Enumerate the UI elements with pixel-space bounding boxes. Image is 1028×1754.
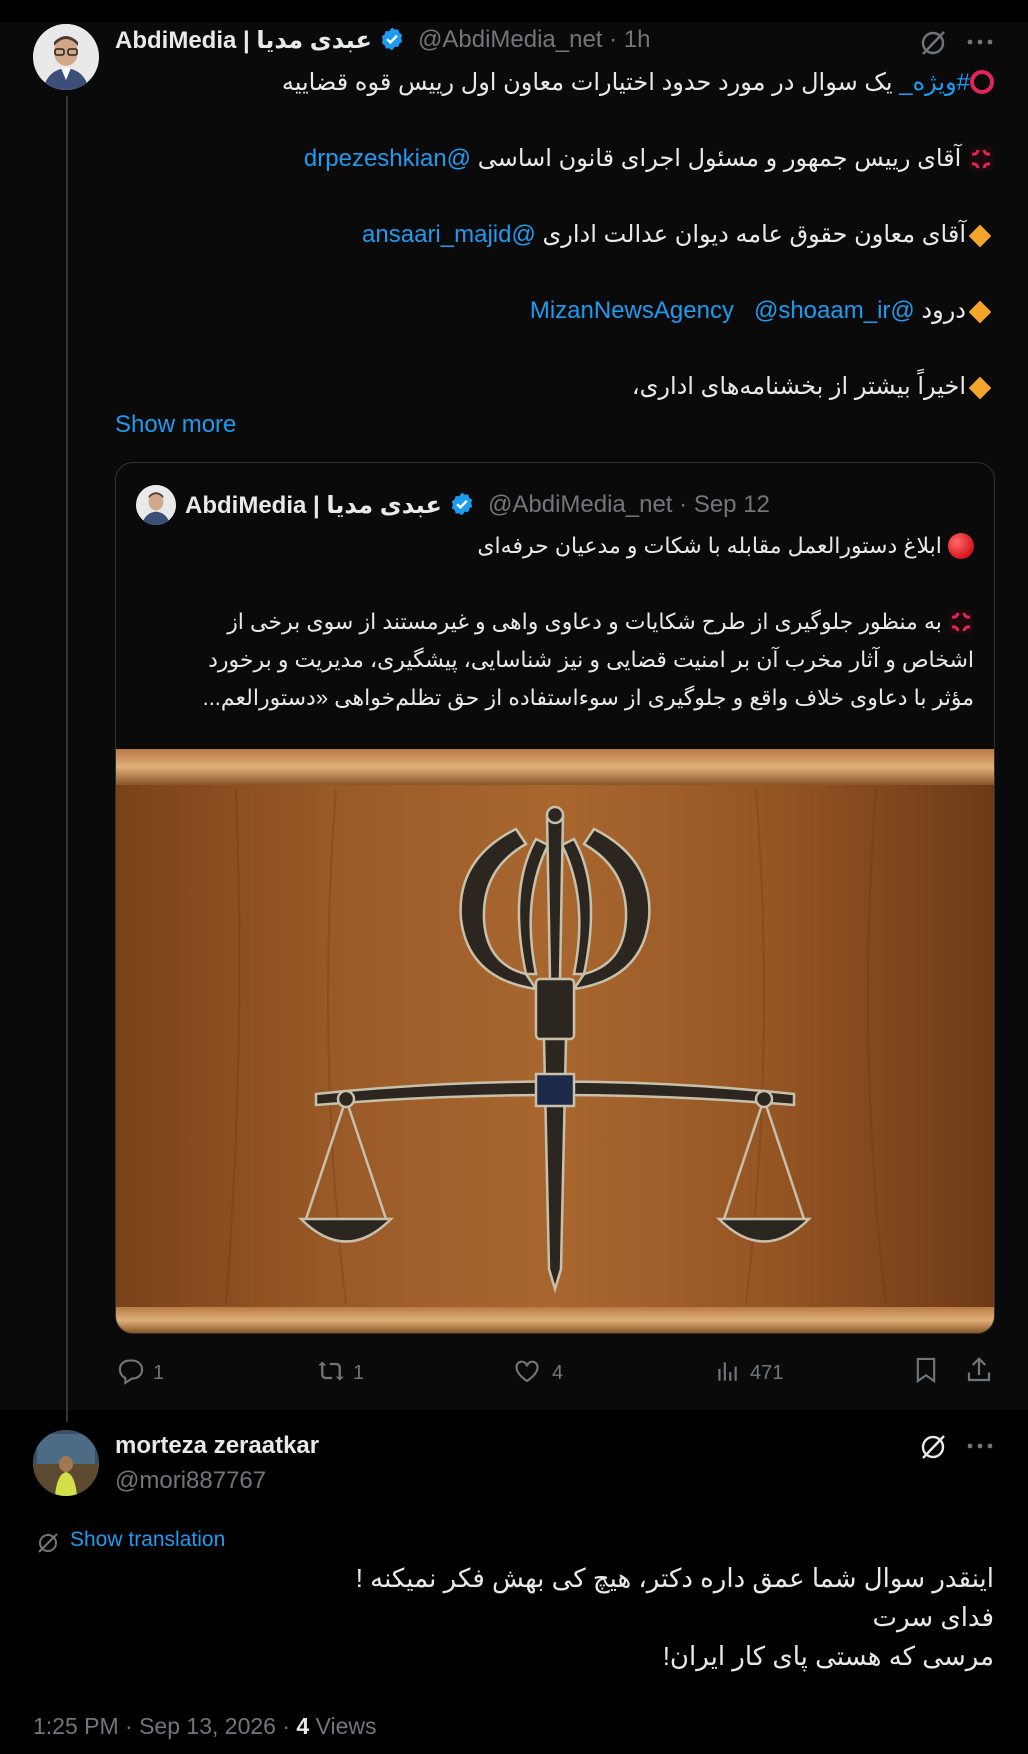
quote-author-name-text[interactable]: AbdiMedia | عبدی مدیا bbox=[185, 492, 442, 519]
views-count[interactable]: 471 bbox=[750, 1362, 783, 1385]
quote-line-2: به منظور جلوگیری از طرح شکایات و دعاوی و… bbox=[227, 609, 974, 635]
show-translation-link[interactable]: Show translation bbox=[70, 1528, 225, 1552]
quote-author-avatar[interactable] bbox=[136, 485, 176, 525]
judiciary-emblem-image[interactable] bbox=[116, 749, 994, 1333]
mention-ansaari-majid[interactable]: @ansaari_majid bbox=[362, 221, 536, 248]
like-heart-icon[interactable] bbox=[512, 1357, 542, 1385]
reply-author-name[interactable]: morteza zeraatkar bbox=[115, 1432, 319, 1460]
reply-views-count: 4 bbox=[296, 1713, 310, 1739]
post-line-1: #ویژه_ یک سوال در مورد حدود اختیارات معا… bbox=[282, 68, 994, 97]
post-line-3-text: آقای معاون حقوق عامه دیوان عدالت اداری bbox=[535, 221, 967, 248]
post-line-2: آقای رییس جمهور و مسئول اجرای قانون اساس… bbox=[304, 144, 994, 173]
reply-icon[interactable] bbox=[116, 1357, 146, 1385]
author-avatar[interactable] bbox=[33, 24, 99, 90]
anger-symbol-emoji-icon bbox=[969, 147, 993, 171]
avatar-portrait bbox=[33, 24, 99, 90]
quote-author-name[interactable]: AbdiMedia | عبدی مدیا bbox=[185, 491, 475, 520]
translate-icon[interactable] bbox=[36, 1531, 60, 1555]
views-analytics-icon[interactable] bbox=[714, 1357, 740, 1385]
quote-time[interactable]: · Sep 12 bbox=[679, 491, 770, 518]
author-handle[interactable]: @AbdiMedia_net bbox=[418, 26, 602, 53]
post-line-1-text: یک سوال در مورد حدود اختیارات معاون اول … bbox=[281, 69, 900, 96]
verified-badge-icon bbox=[451, 492, 472, 516]
author-handle-time[interactable]: @AbdiMedia_net · 1h bbox=[418, 26, 651, 54]
post-line-4-text: درود bbox=[914, 297, 966, 324]
share-icon[interactable] bbox=[964, 1355, 994, 1385]
post-time[interactable]: · 1h bbox=[609, 26, 650, 53]
orange-diamond-emoji-icon bbox=[968, 300, 992, 324]
post-line-2-text: آقای رییس جمهور و مسئول اجرای قانون اساس… bbox=[471, 145, 962, 172]
reply-text-line-3: مرسی که هستی پای کار ایران! bbox=[662, 1641, 994, 1671]
quote-handle-time[interactable]: @AbdiMedia_net · Sep 12 bbox=[488, 491, 770, 519]
quote-author-handle[interactable]: @AbdiMedia_net bbox=[488, 491, 672, 518]
reply-text-line-2: فدای سرت bbox=[872, 1602, 994, 1632]
verified-badge-icon bbox=[381, 27, 402, 51]
red-circle-emoji-icon bbox=[970, 70, 994, 94]
red-circle-emoji-icon bbox=[948, 533, 974, 559]
quote-line-1: ابلاغ دستورالعمل مقابله با شکات و مدعیان… bbox=[477, 533, 974, 559]
post-line-4: درود @MizanNewsAgency @shoaam_ir bbox=[530, 296, 994, 325]
repost-count[interactable]: 1 bbox=[353, 1362, 364, 1385]
show-more-link[interactable]: Show more bbox=[115, 411, 236, 439]
repost-icon[interactable] bbox=[314, 1357, 348, 1385]
reply-author-avatar[interactable] bbox=[33, 1430, 99, 1496]
reply-avatar-photo bbox=[33, 1430, 99, 1496]
orange-diamond-emoji-icon bbox=[968, 224, 992, 248]
quote-avatar-portrait bbox=[136, 485, 176, 525]
reply-count[interactable]: 1 bbox=[153, 1362, 164, 1385]
like-count[interactable]: 4 bbox=[552, 1362, 563, 1385]
reply-views-label: Views bbox=[309, 1713, 377, 1739]
grok-icon[interactable] bbox=[918, 1432, 948, 1462]
mention-drpezeshkian[interactable]: @drpezeshkian bbox=[304, 145, 471, 172]
post-line-3: آقای معاون حقوق عامه دیوان عدالت اداری @… bbox=[362, 220, 994, 249]
quote-line-1-text: ابلاغ دستورالعمل مقابله با شکات و مدعیان… bbox=[477, 533, 942, 558]
author-name-text[interactable]: AbdiMedia | عبدی مدیا bbox=[115, 27, 372, 54]
more-options-icon[interactable] bbox=[964, 32, 996, 52]
thread-line bbox=[66, 96, 68, 1422]
orange-diamond-emoji-icon bbox=[968, 376, 992, 400]
bookmark-icon[interactable] bbox=[912, 1355, 940, 1385]
more-options-icon[interactable] bbox=[964, 1436, 996, 1456]
post-line-5: اخیراً بیشتر از بخشنامه‌های اداری، bbox=[632, 372, 994, 401]
top-band bbox=[0, 0, 1028, 22]
author-name[interactable]: AbdiMedia | عبدی مدیا bbox=[115, 26, 405, 55]
quote-line-4: مؤثر با دعاوی خلاف واقع و جلوگیری از سوء… bbox=[202, 685, 974, 710]
grok-icon[interactable] bbox=[918, 28, 948, 58]
hashtag-link[interactable]: #ویژه_ bbox=[899, 69, 970, 96]
reply-text-line-1: اینقدر سوال شما عمق داره دکتر، هیچ کی به… bbox=[355, 1563, 994, 1593]
quote-line-2-text: به منظور جلوگیری از طرح شکایات و دعاوی و… bbox=[227, 609, 942, 634]
anger-symbol-emoji-icon bbox=[949, 610, 973, 634]
reply-timestamp[interactable]: 1:25 PM · Sep 13, 2026 · bbox=[33, 1713, 296, 1739]
quoted-post[interactable]: AbdiMedia | عبدی مدیا @AbdiMedia_net · S… bbox=[115, 462, 995, 1334]
quote-line-3: اشخاص و آثار مخرب آن بر امنیت قضایی و نی… bbox=[208, 647, 974, 672]
mention-shoaam-ir[interactable]: @shoaam_ir bbox=[754, 297, 890, 324]
post-line-5-text: اخیراً بیشتر از بخشنامه‌های اداری، bbox=[631, 373, 966, 400]
reply-author-handle[interactable]: @mori887767 bbox=[115, 1467, 266, 1495]
reply-timestamp-row: 1:25 PM · Sep 13, 2026 · 4 Views bbox=[33, 1713, 377, 1740]
